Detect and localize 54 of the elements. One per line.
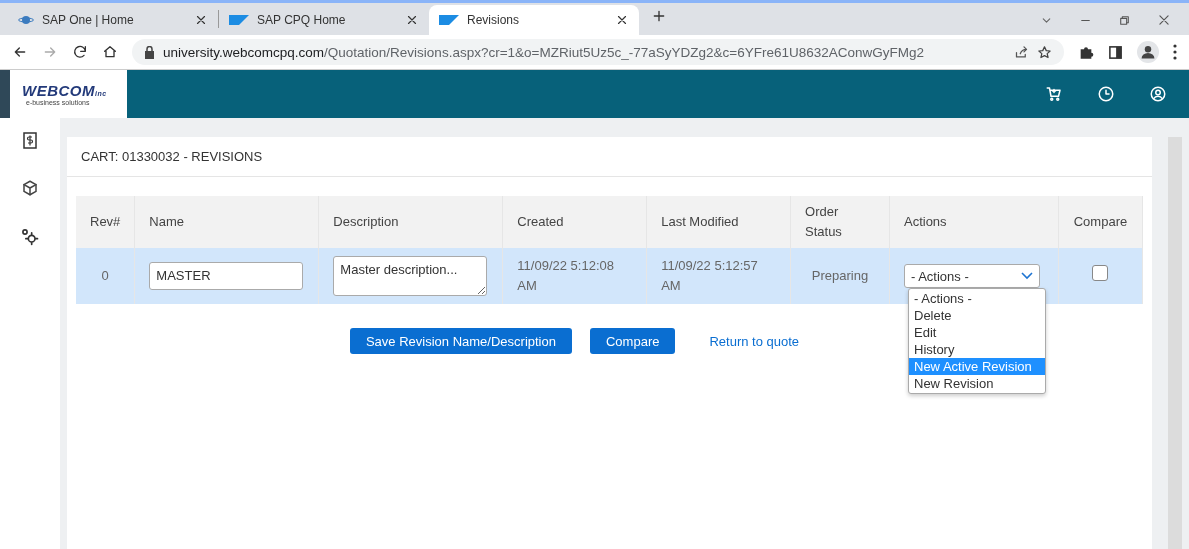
restore-icon[interactable] [1118,13,1131,27]
column-header: Rev# [76,196,135,248]
reload-icon[interactable] [72,44,88,60]
return-link[interactable]: Return to quote [709,333,800,349]
gears-icon[interactable] [20,227,40,247]
column-header: Description [318,196,503,248]
browser-tab[interactable]: Revisions [429,5,639,35]
new-tab-icon[interactable] [651,8,667,24]
chevron-down-icon [1020,272,1033,280]
menu-icon[interactable] [1173,44,1177,60]
user-icon[interactable] [1149,85,1167,103]
cart-icon[interactable] [1045,85,1063,103]
close-icon[interactable] [405,13,419,27]
back-icon[interactable] [12,44,28,60]
lock-icon [144,45,155,59]
home-icon[interactable] [102,44,118,60]
table-cell: 11/09/22 5:12:57 AM [646,248,791,304]
star-icon[interactable] [1037,44,1052,60]
menu-option[interactable]: Delete [909,307,1045,324]
column-header: Created [502,196,647,248]
description-field[interactable]: Master description... [333,256,488,296]
name-field[interactable]: MASTER [149,262,304,290]
share-icon[interactable] [1014,44,1029,60]
browser-tab[interactable]: SAP One | Home [8,5,218,35]
menu-option[interactable]: New Revision [909,375,1045,392]
table-cell: 11/09/22 5:12:08 AM [502,248,647,304]
action-button[interactable]: Save Revision Name/Description [349,328,572,354]
actions-dropdown[interactable]: - Actions - [903,264,1040,288]
sap-logo-icon [439,15,459,25]
dollar-document-icon[interactable] [23,132,37,149]
browser-tab[interactable]: SAP CPQ Home [219,5,429,35]
table-cell: Preparing [790,248,890,304]
planet-icon [18,13,34,27]
column-header: Actions [889,196,1059,248]
sap-logo-icon [229,15,249,25]
close-icon[interactable] [615,13,629,27]
action-button[interactable]: Compare [589,328,676,354]
column-header: Order Status [790,196,890,248]
close-icon[interactable] [194,13,208,27]
menu-option[interactable]: Edit [909,324,1045,341]
menu-option[interactable]: - Actions - [909,290,1045,307]
page-title: CART: 01330032 - REVISIONS [67,137,1152,177]
side-panel-icon[interactable] [1108,44,1123,60]
column-header: Name [134,196,319,248]
column-header: Compare [1058,196,1143,248]
puzzle-icon[interactable] [1078,44,1094,60]
cube-icon[interactable] [21,179,39,197]
history-icon[interactable] [1097,85,1115,103]
close-icon[interactable] [1157,13,1171,27]
compare-checkbox[interactable] [1092,265,1109,281]
column-header: Last Modified [646,196,791,248]
table-cell: 0 [76,248,135,304]
menu-option[interactable]: History [909,341,1045,358]
profile-icon[interactable] [1137,41,1159,63]
